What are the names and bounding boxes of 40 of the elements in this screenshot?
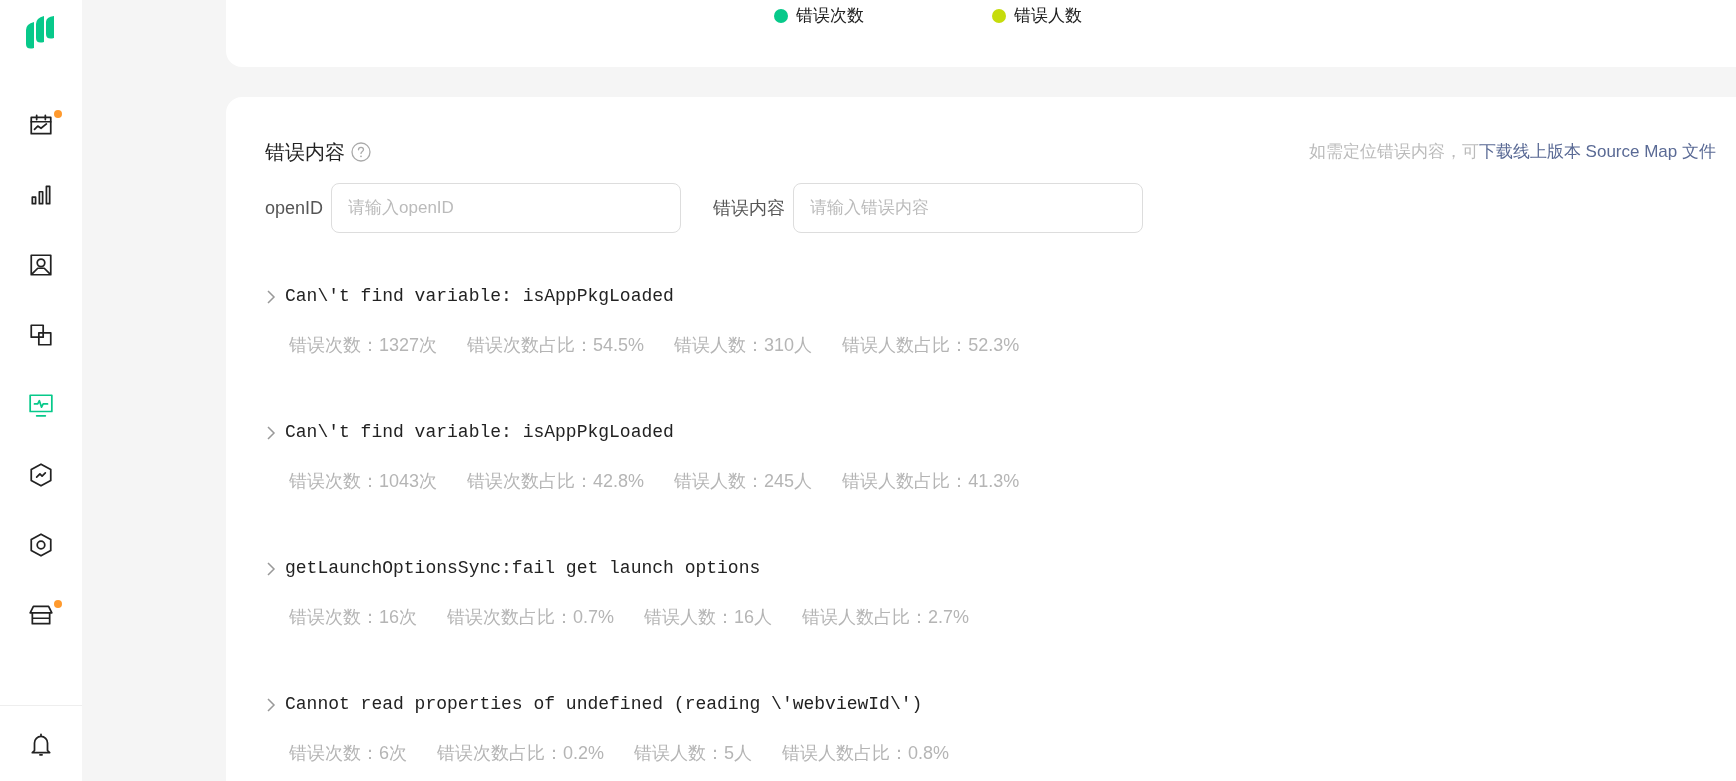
chevron-icon: [265, 560, 277, 577]
error-stat: 错误次数占比：54.5%: [467, 334, 645, 357]
error-stat: 错误次数：16次: [289, 606, 418, 629]
error-stat: 错误次数占比：42.8%: [467, 470, 645, 493]
filter-label: openID: [265, 196, 324, 220]
error-stat: 错误人数：310人: [674, 334, 813, 357]
source-map-hint: 如需定位错误内容，可下载线上版本 Source Map 文件: [1308, 141, 1716, 164]
chevron-icon: [265, 288, 277, 305]
legend-label: 错误次数: [796, 5, 864, 28]
error-message[interactable]: getLaunchOptionsSync:fail get launch options: [265, 555, 1716, 582]
section-title: 错误内容: [265, 140, 345, 165]
error-stat: 错误人数占比：41.3%: [842, 470, 1020, 493]
store-icon[interactable]: [28, 602, 54, 628]
legend-label: 错误人数: [1014, 5, 1082, 28]
source-map-link[interactable]: 下载线上版本 Source Map 文件: [1478, 142, 1716, 162]
user-portrait-icon[interactable]: [28, 252, 54, 278]
error-message[interactable]: Cannot read properties of undefined (reading \'webviewId\'): [265, 691, 1716, 718]
error-stat: 错误次数：1043次: [289, 470, 438, 493]
chevron-icon: [265, 424, 277, 441]
error-stat: 错误次数：1327次: [289, 334, 438, 357]
error-stat: 错误次数：6次: [289, 742, 407, 765]
hexagon-chart-icon[interactable]: [28, 462, 54, 488]
error-message[interactable]: Can\'t find variable: isAppPkgLoaded: [265, 283, 1716, 310]
filter-label: 错误内容: [713, 196, 786, 220]
error-stat: 错误人数：245人: [674, 470, 813, 493]
chevron-icon: [265, 696, 277, 713]
error-stat: 错误人数占比：2.7%: [802, 606, 970, 629]
error-stat: 错误次数占比：0.7%: [447, 606, 615, 629]
error-stat: 错误人数占比：0.8%: [782, 742, 950, 765]
bar-chart-icon[interactable]: [28, 182, 54, 208]
error-stat: 错误人数：5人: [634, 742, 753, 765]
overlapping-squares-icon[interactable]: [28, 322, 54, 348]
error-stat: 错误人数占比：52.3%: [842, 334, 1020, 357]
error-stat: 错误次数占比：0.2%: [437, 742, 605, 765]
filter-input[interactable]: 请输入openID: [331, 183, 682, 233]
calendar-chart-icon[interactable]: [28, 112, 54, 138]
hexagon-nut-icon[interactable]: [28, 532, 54, 558]
error-stat: 错误人数：16人: [644, 606, 773, 629]
error-message[interactable]: Can\'t find variable: isAppPkgLoaded: [265, 419, 1716, 446]
filter-input[interactable]: 请输入错误内容: [793, 183, 1144, 233]
